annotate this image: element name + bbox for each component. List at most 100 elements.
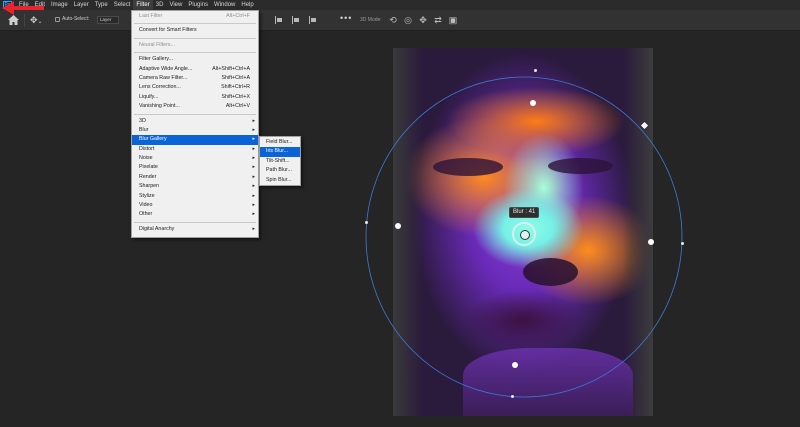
photoshop-window: Ps File Edit Image Layer Type Select Filter 3D V… [0, 0, 800, 427]
blur-amount-ring[interactable] [512, 222, 536, 246]
menu-item-label: Stylize [139, 192, 155, 201]
menu-type[interactable]: Type [92, 0, 111, 10]
menu-item-label: Render [139, 173, 156, 182]
scale-3d-icon[interactable]: ▣ [448, 15, 458, 25]
menu-item-label: Other [139, 210, 152, 219]
home-icon[interactable] [8, 15, 19, 25]
filter-menu-item-distort[interactable]: Distort [132, 145, 258, 154]
menu-item-label: Blur Gallery [139, 135, 167, 144]
filter-menu-item-render[interactable]: Render [132, 173, 258, 182]
menu-item-label: Video [139, 201, 152, 210]
iris-feather-handle[interactable] [530, 100, 536, 106]
filter-menu-item-lens-correction[interactable]: Lens Correction... Shift+Ctrl+R [132, 83, 258, 92]
menu-item-label: Adaptive Wide Angle... [139, 65, 193, 72]
blur-gallery-submenu: Field Blur... Iris Blur... Tilt-Shift... Pa… [259, 136, 301, 186]
filter-menu-item-sharpen[interactable]: Sharpen [132, 182, 258, 191]
blur-gallery-item-path-blur[interactable]: Path Blur... [260, 166, 300, 175]
checkbox-box [55, 16, 60, 22]
3d-mode-tools: ⟲ ◎ ✥ ⇄ ▣ [388, 15, 458, 25]
menu-item-label: Vanishing Point... [139, 103, 180, 110]
filter-menu-item-vanishing-point[interactable]: Vanishing Point... Alt+Ctrl+V [132, 102, 258, 111]
menu-item-label: Filter Gallery... [139, 56, 174, 63]
iris-feather-handle[interactable] [512, 362, 518, 368]
menu-separator [134, 221, 256, 223]
filter-menu-item-last-filter: Last Filter Alt+Ctrl+F [132, 12, 258, 21]
menu-edit[interactable]: Edit [32, 0, 48, 10]
filter-menu-item-3d[interactable]: 3D [132, 117, 258, 126]
iris-feather-handle[interactable] [395, 223, 401, 229]
filter-menu-item-video[interactable]: Video [132, 201, 258, 210]
menu-separator [134, 37, 256, 39]
menu-item-shortcut: Shift+Ctrl+A [221, 74, 250, 81]
slide-3d-icon[interactable]: ⇄ [433, 15, 443, 25]
menu-item-label: Convert for Smart Filters [139, 27, 197, 34]
move-tool-icon[interactable]: ✥⌄ [30, 15, 43, 27]
menu-item-label: Digital Anarchy [139, 225, 174, 234]
roll-3d-icon[interactable]: ◎ [403, 15, 413, 25]
more-options-icon[interactable]: ••• [340, 13, 352, 23]
filter-menu-item-liquify[interactable]: Liquify... Shift+Ctrl+X [132, 93, 258, 102]
filter-menu-item-digital-anarchy[interactable]: Digital Anarchy [132, 225, 258, 234]
menu-item-shortcut: Shift+Ctrl+X [221, 93, 250, 100]
blur-gallery-item-spin-blur[interactable]: Spin Blur... [260, 176, 300, 185]
filter-menu-item-blur-gallery[interactable]: Blur Gallery [132, 135, 258, 145]
blur-gallery-item-tilt-shift[interactable]: Tilt-Shift... [260, 157, 300, 166]
filter-menu-item-camera-raw-filter[interactable]: Camera Raw Filter... Shift+Ctrl+A [132, 74, 258, 83]
iris-edge-handle[interactable] [511, 395, 514, 398]
filter-menu-item-neural-filters: Neural Filters... [132, 41, 258, 50]
filter-menu: Last Filter Alt+Ctrl+F Convert for Smart F… [131, 10, 259, 238]
menu-select[interactable]: Select [111, 0, 134, 10]
options-divider [24, 14, 25, 27]
menu-help[interactable]: Help [238, 0, 256, 10]
filter-menu-item-pixelate[interactable]: Pixelate [132, 163, 258, 172]
menu-item-label: Neural Filters... [139, 41, 175, 48]
menu-plugins[interactable]: Plugins [185, 0, 211, 10]
menu-3d[interactable]: 3D [153, 0, 167, 10]
menu-items: File Edit Image Layer Type Select Filter 3D View… [16, 0, 257, 10]
menu-item-label: 3D [139, 117, 146, 126]
menu-item-shortcut: Alt+Shift+Ctrl+A [212, 65, 250, 72]
menu-window[interactable]: Window [211, 0, 238, 10]
orbit-3d-icon[interactable]: ⟲ [388, 15, 398, 25]
options-bar: ✥⌄ Auto-Select: Layer ••• 3D Mode: ⟲ ◎ ✥… [0, 10, 800, 31]
menu-item-label: Pixelate [139, 163, 158, 172]
align-left-icon[interactable] [275, 16, 283, 24]
iris-feather-handle[interactable] [648, 239, 654, 245]
menu-item-label: Sharpen [139, 182, 159, 191]
blur-gallery-item-field-blur[interactable]: Field Blur... [260, 138, 300, 147]
menu-item-label: Noise [139, 154, 153, 163]
menu-item-label: Lens Correction... [139, 84, 181, 91]
photoshop-logo: Ps [3, 1, 12, 9]
menu-view[interactable]: View [166, 0, 185, 10]
auto-select-target-dropdown[interactable]: Layer [97, 16, 119, 24]
filter-menu-item-filter-gallery[interactable]: Filter Gallery... [132, 55, 258, 64]
filter-menu-item-other[interactable]: Other [132, 210, 258, 219]
menu-layer[interactable]: Layer [71, 0, 92, 10]
align-buttons [275, 16, 317, 24]
menu-item-label: Blur [139, 126, 148, 135]
iris-edge-handle[interactable] [534, 69, 537, 72]
menu-file[interactable]: File [16, 0, 32, 10]
iris-edge-handle[interactable] [681, 242, 684, 245]
menu-item-shortcut: Alt+Ctrl+V [225, 103, 250, 110]
iris-edge-handle[interactable] [365, 221, 368, 224]
filter-menu-item-convert-for-smart-filters[interactable]: Convert for Smart Filters [132, 26, 258, 35]
blur-gallery-item-iris-blur[interactable]: Iris Blur... [260, 147, 300, 157]
menu-item-label: Last Filter [139, 13, 163, 19]
3d-mode-label: 3D Mode: [360, 17, 382, 23]
filter-menu-item-adaptive-wide-angle[interactable]: Adaptive Wide Angle... Alt+Shift+Ctrl+A [132, 65, 258, 74]
filter-menu-item-noise[interactable]: Noise [132, 154, 258, 163]
align-right-icon[interactable] [309, 16, 317, 24]
menu-separator [134, 52, 256, 54]
menu-item-shortcut: Alt+Ctrl+F [226, 13, 250, 19]
menu-item-label: Camera Raw Filter... [139, 74, 188, 81]
filter-menu-item-blur[interactable]: Blur [132, 126, 258, 135]
align-center-icon[interactable] [292, 16, 300, 24]
auto-select-checkbox[interactable]: Auto-Select: [55, 16, 89, 22]
menu-filter[interactable]: Filter [133, 0, 153, 10]
auto-select-label: Auto-Select: [62, 16, 90, 22]
pan-3d-icon[interactable]: ✥ [418, 15, 428, 25]
menu-image[interactable]: Image [48, 0, 71, 10]
menu-bar: Ps File Edit Image Layer Type Select Filter 3D V… [0, 0, 800, 10]
filter-menu-item-stylize[interactable]: Stylize [132, 192, 258, 201]
